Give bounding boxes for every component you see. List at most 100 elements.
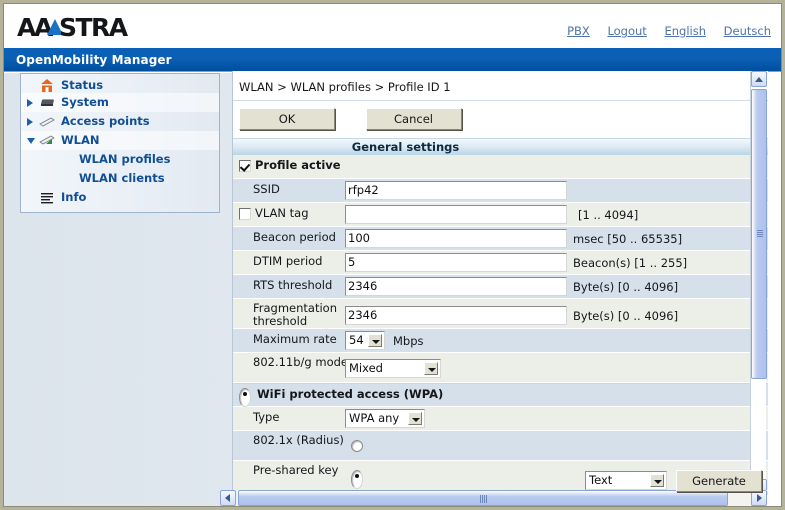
svg-text:STRA: STRA	[59, 14, 129, 40]
row-beacon-period: Beacon period 100 msec [50 .. 65535]	[233, 227, 768, 251]
maximum-rate-label: Maximum rate	[253, 332, 337, 346]
rts-threshold-input[interactable]: 2346	[345, 277, 567, 296]
radius-radio[interactable]	[351, 440, 363, 452]
psk-format-select[interactable]: Text	[585, 471, 667, 490]
sidebar-item-wlan-clients[interactable]: WLAN clients	[21, 169, 219, 188]
sidebar-item-info[interactable]: Info	[21, 188, 219, 207]
chevron-down-icon[interactable]	[368, 334, 382, 347]
scroll-right-button[interactable]	[751, 490, 767, 506]
sidebar-item-label: WLAN profiles	[79, 152, 171, 166]
chevron-down-icon[interactable]	[27, 138, 35, 144]
row-dtim-period: DTIM period 5 Beacon(s) [1 .. 255]	[233, 251, 768, 275]
ssid-input[interactable]: rfp42	[345, 181, 567, 200]
row-ssid: SSID rfp42	[233, 179, 768, 203]
content-pane: WLAN > WLAN profiles > Profile ID 1 OK C…	[232, 71, 768, 495]
wpa-section-title: WiFi protected access (WPA)	[257, 387, 444, 401]
form-action-bar: OK Cancel	[233, 101, 768, 138]
sidebar-item-label: System	[61, 95, 109, 109]
chevron-down-icon[interactable]	[408, 412, 422, 425]
row-radius: 802.1x (Radius)	[233, 431, 768, 461]
sidebar-item-wlan-profiles[interactable]: WLAN profiles	[21, 150, 219, 169]
chevron-down-icon[interactable]	[424, 362, 438, 375]
wpa-section-header[interactable]: WiFi protected access (WPA)	[233, 383, 768, 407]
radius-label: 802.1x (Radius)	[253, 433, 344, 447]
general-settings-header: General settings	[233, 138, 768, 155]
chevron-right-icon[interactable]	[27, 99, 33, 107]
dtim-period-label: DTIM period	[253, 254, 323, 268]
wpa-type-select[interactable]: WPA any	[345, 409, 425, 428]
chevron-down-icon[interactable]	[650, 474, 664, 487]
ssid-label: SSID	[253, 182, 280, 196]
access-point-icon	[39, 114, 55, 129]
sidebar-item-label: WLAN	[61, 133, 100, 147]
scroll-left-button[interactable]	[220, 490, 236, 506]
ok-button[interactable]: OK	[239, 108, 335, 130]
rts-threshold-range: Byte(s) [0 .. 4096]	[573, 280, 679, 294]
wpa-radio[interactable]	[239, 388, 251, 407]
house-icon	[39, 78, 55, 93]
vertical-scroll-thumb[interactable]	[751, 89, 767, 379]
fragmentation-threshold-input[interactable]: 2346	[345, 306, 567, 325]
header-links: PBX Logout English Deutsch	[553, 24, 771, 38]
beacon-period-label: Beacon period	[253, 230, 336, 244]
breadcrumb: WLAN > WLAN profiles > Profile ID 1	[239, 80, 451, 94]
server-icon	[39, 95, 55, 110]
wpa-type-label: Type	[253, 410, 280, 424]
scroll-grip-icon	[480, 495, 487, 503]
maximum-rate-unit: Mbps	[393, 334, 424, 348]
scroll-up-button[interactable]	[751, 71, 767, 87]
content-horizontal-scrollbar[interactable]	[220, 490, 767, 506]
profile-active-checkbox[interactable]	[239, 160, 251, 172]
app-title-bar: OpenMobility Manager	[4, 48, 781, 72]
content-vertical-scrollbar[interactable]	[750, 71, 767, 495]
sidebar-item-wlan[interactable]: WLAN	[21, 131, 219, 150]
sidebar-item-label: Access points	[61, 114, 150, 128]
wlan-icon	[39, 133, 55, 148]
page-body: Status System Access points WLAN WLAN pr…	[4, 71, 781, 506]
generate-button[interactable]: Generate	[676, 470, 762, 492]
sidebar-item-label: Info	[61, 190, 87, 204]
vlan-tag-checkbox[interactable]	[239, 208, 251, 220]
dtim-period-range: Beacon(s) [1 .. 255]	[573, 256, 688, 270]
aastra-logo: A A STRA	[17, 13, 167, 42]
link-deutsch[interactable]: Deutsch	[724, 24, 771, 38]
chevron-right-icon[interactable]	[27, 118, 33, 126]
wpa-type-value: WPA any	[349, 411, 400, 425]
vlan-tag-range: [1 .. 4094]	[578, 208, 639, 222]
maximum-rate-select[interactable]: 54	[345, 331, 385, 350]
sidebar-item-system[interactable]: System	[21, 93, 219, 112]
bg-mode-select[interactable]: Mixed	[345, 359, 441, 378]
link-logout[interactable]: Logout	[607, 24, 646, 38]
row-wpa-type: Type WPA any	[233, 407, 768, 431]
sidebar-item-label: WLAN clients	[79, 171, 165, 185]
page-header: A A STRA PBX Logout English Deutsch	[4, 4, 781, 48]
row-rts-threshold: RTS threshold 2346 Byte(s) [0 .. 4096]	[233, 275, 768, 299]
sidebar-nav: Status System Access points WLAN WLAN pr…	[20, 73, 220, 213]
psk-format-value: Text	[589, 473, 613, 487]
row-maximum-rate: Maximum rate 54 Mbps	[233, 329, 768, 353]
row-bg-mode: 802.11b/g mode Mixed	[233, 353, 768, 383]
info-lines-icon	[39, 190, 55, 205]
browser-window: A A STRA PBX Logout English Deutsch Open…	[3, 3, 782, 507]
vlan-tag-input[interactable]	[345, 205, 567, 224]
bg-mode-label: 802.11b/g mode	[253, 355, 348, 369]
beacon-period-input[interactable]: 100	[345, 229, 567, 248]
sidebar-item-access-points[interactable]: Access points	[21, 112, 219, 131]
row-profile-active: Profile active	[233, 155, 768, 179]
beacon-period-range: msec [50 .. 65535]	[573, 232, 683, 246]
vlan-tag-label: VLAN tag	[255, 206, 309, 220]
horizontal-scroll-thumb[interactable]	[238, 490, 728, 506]
maximum-rate-value: 54	[349, 333, 364, 347]
rts-threshold-label: RTS threshold	[253, 278, 333, 292]
preshared-key-label: Pre-shared key	[253, 463, 339, 477]
cancel-button[interactable]: Cancel	[365, 108, 462, 130]
scroll-grip-icon	[757, 230, 763, 238]
link-pbx[interactable]: PBX	[567, 24, 590, 38]
dtim-period-input[interactable]: 5	[345, 253, 567, 272]
fragmentation-threshold-range: Byte(s) [0 .. 4096]	[573, 309, 679, 323]
row-vlan-tag: VLAN tag [1 .. 4094]	[233, 203, 768, 227]
profile-active-label: Profile active	[255, 158, 341, 172]
preshared-key-radio[interactable]	[351, 470, 363, 489]
bg-mode-value: Mixed	[349, 361, 383, 375]
link-english[interactable]: English	[664, 24, 706, 38]
